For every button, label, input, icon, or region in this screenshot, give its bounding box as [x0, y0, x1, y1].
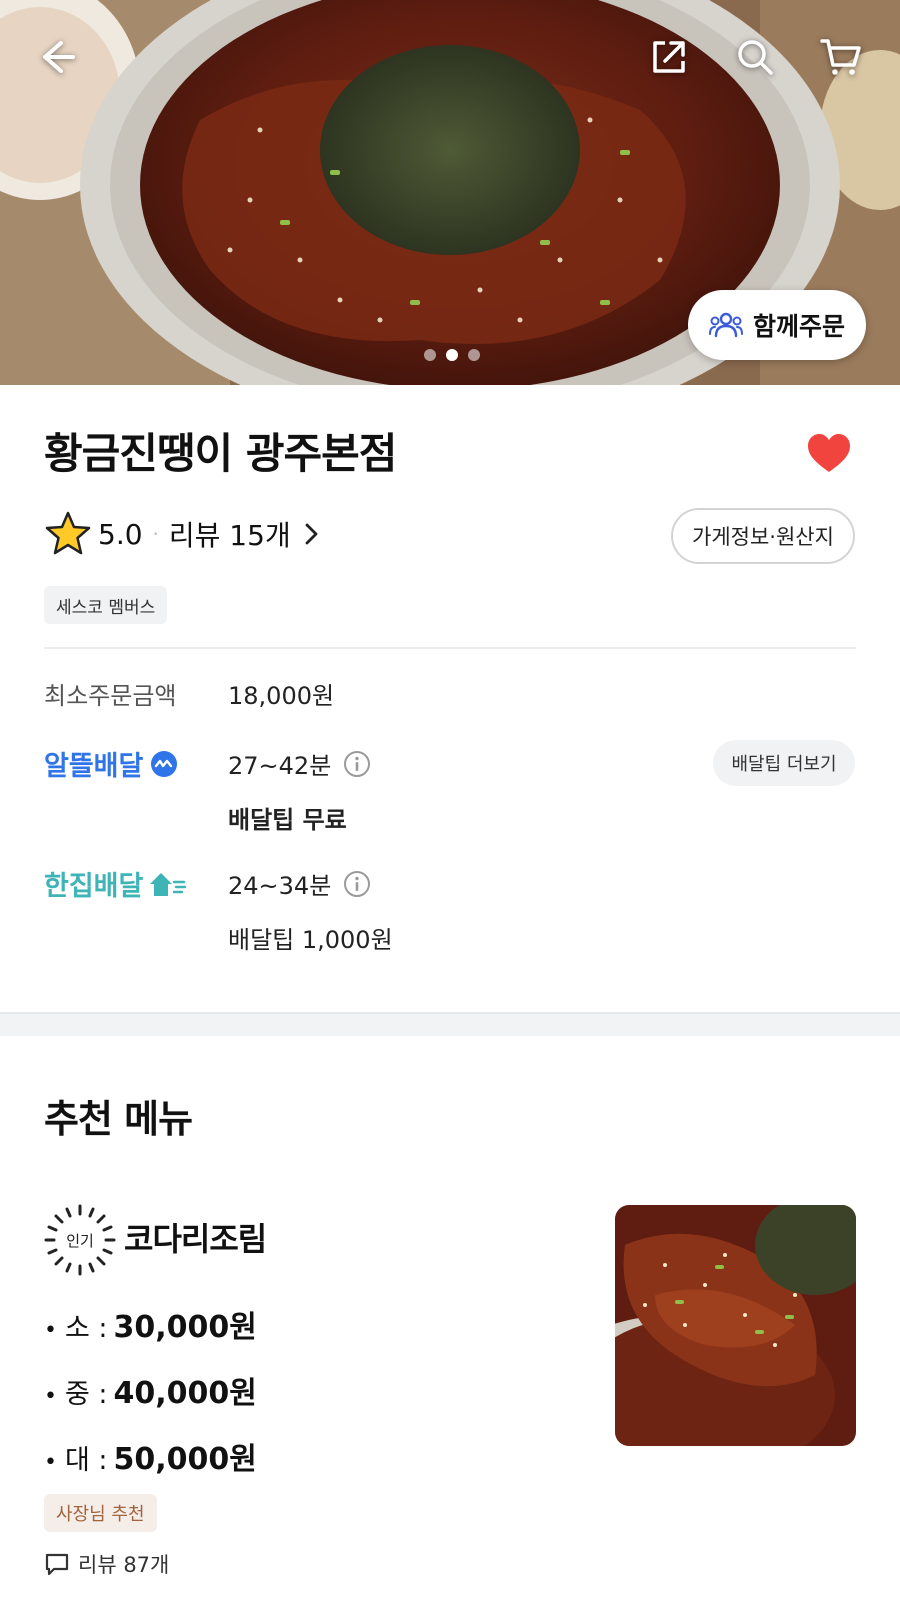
- min-order-value: 18,000원: [228, 682, 335, 710]
- chevron-right-icon: [305, 523, 318, 545]
- price-option-size: 중 :: [64, 1379, 108, 1410]
- share-icon: [653, 41, 685, 73]
- price-option-price: 40,000원: [113, 1376, 257, 1411]
- section-divider: [0, 1012, 900, 1036]
- price-option: • 대 : 50,000원: [44, 1434, 257, 1478]
- price-option: • 중 : 40,000원: [44, 1368, 257, 1412]
- saver-delivery-label: 알뜰배달: [44, 751, 144, 782]
- together-order-button[interactable]: 함께주문: [688, 290, 866, 360]
- review-count-label: 리뷰 15개: [168, 519, 291, 552]
- saver-badge-icon: [151, 750, 178, 777]
- delivery-tip-more-button[interactable]: 배달팁 더보기: [713, 740, 855, 786]
- together-order-label: 함께주문: [752, 312, 845, 341]
- min-order-label: 최소주문금액: [44, 682, 177, 710]
- store-name: 황금진땡이 광주본점: [44, 429, 397, 478]
- menu-photo-image: [615, 1205, 856, 1446]
- single-delivery-tip: 배달팁 1,000원: [228, 926, 393, 954]
- speech-bubble-icon: [45, 1553, 69, 1576]
- share-button[interactable]: [642, 30, 696, 84]
- carousel-indicator: [424, 349, 480, 361]
- menu-item-photo[interactable]: [615, 1205, 856, 1446]
- favorite-heart-icon[interactable]: [805, 430, 853, 478]
- recommended-menu-title: 추천 메뉴: [44, 1097, 193, 1141]
- back-button[interactable]: [30, 30, 84, 84]
- store-info-button[interactable]: 가게정보·원산지: [671, 508, 855, 564]
- carousel-dot[interactable]: [468, 349, 480, 361]
- cart-icon: [820, 39, 861, 75]
- menu-item-name: 코다리조림: [124, 1220, 267, 1258]
- rating-value: 5.0: [98, 517, 143, 551]
- price-option-size: 소 :: [64, 1313, 108, 1344]
- saver-delivery-tip: 배달팁 무료: [228, 806, 347, 834]
- single-delivery-label: 한집배달: [44, 871, 144, 902]
- saver-delivery-brand: 알뜰배달: [44, 744, 179, 783]
- owner-recommend-badge: 사장님 추천: [44, 1494, 157, 1532]
- price-option-price: 50,000원: [113, 1442, 257, 1477]
- info-icon[interactable]: [343, 750, 371, 778]
- hero-image[interactable]: 함께주문: [0, 0, 900, 385]
- search-button[interactable]: [728, 30, 782, 84]
- menu-review-count: 리뷰 87개: [44, 1549, 169, 1579]
- separator-dot: ·: [152, 522, 159, 546]
- single-delivery-brand: 한집배달: [44, 864, 187, 903]
- house-speed-icon: [150, 872, 187, 896]
- menu-review-label: 리뷰 87개: [78, 1553, 170, 1577]
- price-option: • 소 : 30,000원: [44, 1302, 257, 1346]
- saver-delivery-time-row: 27~42분: [228, 746, 371, 781]
- rating-row: 5.0 · 리뷰 15개: [44, 506, 319, 562]
- carousel-dot-active[interactable]: [446, 349, 458, 361]
- popular-badge: 인기: [44, 1204, 116, 1276]
- price-option-price: 30,000원: [113, 1310, 257, 1345]
- popular-badge-label: 인기: [66, 1231, 94, 1250]
- price-option-size: 대 :: [64, 1445, 108, 1476]
- back-arrow-icon: [43, 41, 75, 73]
- saver-delivery-time: 27~42분: [228, 752, 332, 780]
- divider: [44, 647, 856, 649]
- star-icon: [45, 511, 91, 555]
- cart-button[interactable]: [814, 30, 868, 84]
- review-link[interactable]: 리뷰 15개: [169, 514, 319, 554]
- member-badge: 세스코 멤버스: [44, 586, 168, 624]
- carousel-dot[interactable]: [424, 349, 436, 361]
- single-delivery-time: 24~34분: [228, 872, 332, 900]
- single-delivery-time-row: 24~34분: [228, 866, 371, 901]
- info-icon[interactable]: [343, 870, 371, 898]
- people-group-icon: [708, 312, 743, 338]
- search-icon: [738, 40, 773, 75]
